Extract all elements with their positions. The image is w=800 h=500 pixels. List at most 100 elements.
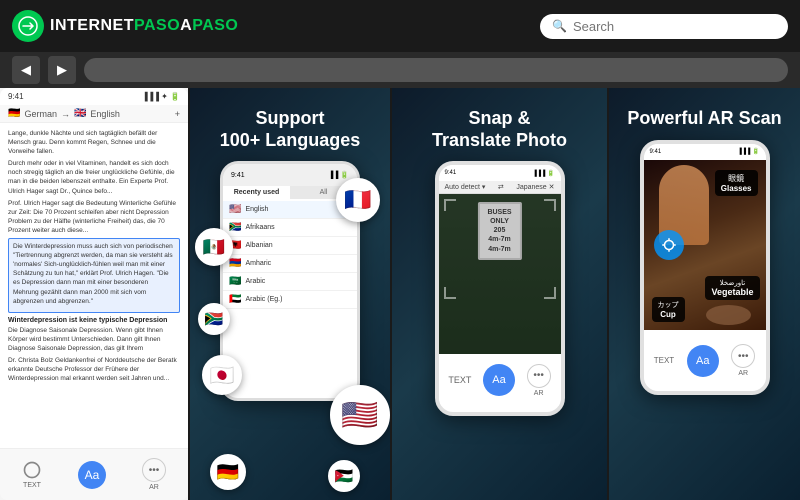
snap-text-btn[interactable]: TEXT <box>448 375 471 385</box>
snap-status-icons: ▐▐▐ 🔋 <box>533 170 555 177</box>
snap-bottom-bar: TEXT Aa ••• AR <box>439 354 561 406</box>
logo-text: INTERNETPASOAPASO <box>50 17 238 35</box>
snap-dots-icon: ••• <box>527 364 551 388</box>
cup-foreign: カップ <box>658 300 679 310</box>
panel-text: 9:41 ▐▐▐ ✦ 🔋 🇩🇪 German → 🇬🇧 English + La… <box>0 88 188 500</box>
phone-bottom-bar-1: TEXT Aa ••• AR <box>0 448 188 500</box>
snap-phone-shell: 9:41 ▐▐▐ 🔋 Auto detect ▾ ⇄ Japanese ✕ BU… <box>435 161 565 416</box>
snap-text-icon: TEXT <box>448 375 471 385</box>
corner-bl <box>444 287 456 299</box>
text-mode-btn[interactable]: TEXT <box>22 460 42 489</box>
flag-jordan: 🇯🇴 <box>328 460 360 492</box>
flag-german: 🇩🇪 <box>8 108 20 119</box>
ar-dots-icon: ••• <box>731 344 755 368</box>
url-bar[interactable] <box>84 58 788 82</box>
snap-object-btn[interactable]: Aa <box>483 364 515 396</box>
ar-food-bg: 眼鏡 Glasses تاورضخلا Vegetable カップ Cup <box>644 160 766 330</box>
snap-camera-view: BUSESONLY2054m-7m4m-7m <box>439 194 561 354</box>
ar-ar-btn[interactable]: ••• AR <box>731 344 755 377</box>
search-icon: 🔍 <box>552 19 567 33</box>
corner-tr <box>544 199 556 211</box>
object-mode-btn[interactable]: Aa <box>78 461 106 489</box>
cup-english: Cup <box>658 310 679 319</box>
bus-sign-container: BUSESONLY2054m-7m4m-7m <box>477 202 521 259</box>
ar-text-btn[interactable]: TEXT <box>654 356 674 365</box>
phone-body-1: Lange, dunkle Nächte und sich tagtäglich… <box>0 123 188 392</box>
status-bar-1: 9:41 ▐▐▐ ✦ 🔋 <box>0 88 188 105</box>
lang-bar-1: 🇩🇪 German → 🇬🇧 English + <box>0 105 188 123</box>
search-input[interactable] <box>573 19 776 34</box>
logo-area: INTERNETPASOAPASO <box>12 10 530 42</box>
list-item[interactable]: 🇦🇲 Amharic <box>223 255 357 273</box>
snap-ar-btn[interactable]: ••• AR <box>527 364 551 397</box>
list-item[interactable]: 🇦🇱 Albanian <box>223 237 357 255</box>
snap-phone: 9:41 ▐▐▐ 🔋 Auto detect ▾ ⇄ Japanese ✕ BU… <box>435 161 565 416</box>
lang-name: Afrikaans <box>245 224 274 231</box>
panel-snap: Snap &Translate Photo 9:41 ▐▐▐ 🔋 Auto de… <box>392 88 607 500</box>
ar-phone: 9:41 ▐▐▐ 🔋 眼鏡 Glasses <box>640 140 770 395</box>
panel-ar: Powerful AR Scan 9:41 ▐▐▐ 🔋 <box>609 88 800 500</box>
tab-recently-used[interactable]: Recenty used <box>223 186 290 199</box>
flag-japan: 🇯🇵 <box>202 355 242 395</box>
time-1: 9:41 <box>8 92 24 101</box>
list-item[interactable]: 🇸🇦 Arabic <box>223 273 357 291</box>
lang-status: ▐▐ 🔋 <box>328 171 349 179</box>
flag-germany: 🇩🇪 <box>210 454 246 490</box>
panel2-title: Support100+ Languages <box>220 108 361 151</box>
snap-image: BUSESONLY2054m-7m4m-7m <box>439 194 561 354</box>
panel-languages: Support100+ Languages 🇫🇷 🇲🇽 🇿🇦 🇯🇵 🇺🇸 🇩🇪 … <box>190 88 390 500</box>
corner-br <box>544 287 556 299</box>
ar-camera-view: 眼鏡 Glasses تاورضخلا Vegetable カップ Cup <box>644 160 766 330</box>
ar-label-vegetable: تاورضخلا Vegetable <box>705 276 759 300</box>
flag-arab2: 🇦🇪 <box>229 294 241 305</box>
ar-ar-label: AR <box>738 370 748 377</box>
section-heading: Winterdepression ist keine typische Depr… <box>8 317 180 324</box>
ar-aa-icon: Aa <box>687 345 719 377</box>
flag-south-africa: 🇿🇦 <box>198 303 230 335</box>
snap-lang-bar: Auto detect ▾ ⇄ Japanese ✕ <box>439 181 561 194</box>
logo-icon <box>12 10 44 42</box>
list-item[interactable]: 🇦🇪 Arabic (Eg.) <box>223 291 357 309</box>
nav-row: ◀ ▶ <box>0 52 800 88</box>
lang-phone-notch: 9:41 ▐▐ 🔋 <box>223 164 357 186</box>
lang-list: 🇺🇸 English 🇿🇦 Afrikaans 🇦🇱 Albanian 🇦🇲 A… <box>223 199 357 311</box>
text-line-1: Lange, dunkle Nächte und sich tagtäglich… <box>8 129 180 156</box>
ar-bottom-bar: TEXT Aa ••• AR <box>644 330 766 392</box>
lang-name: Arabic <box>245 278 265 285</box>
lang-name: Albanian <box>245 242 272 249</box>
forward-arrow-icon: ▶ <box>57 62 67 78</box>
ar-time: 9:41 <box>650 149 662 155</box>
ar-object-btn[interactable]: Aa <box>687 345 719 377</box>
top-bar: INTERNETPASOAPASO 🔍 <box>0 0 800 52</box>
flag-mexico: 🇲🇽 <box>195 228 233 266</box>
ar-scan-button[interactable] <box>654 230 684 260</box>
corner-tl <box>444 199 456 211</box>
snap-status-bar: 9:41 ▐▐▐ 🔋 <box>439 165 561 181</box>
snap-lang-target[interactable]: Japanese ✕ <box>516 183 554 191</box>
signal-icons-1: ▐▐▐ ✦ 🔋 <box>142 92 180 101</box>
flag-za: 🇿🇦 <box>229 222 241 233</box>
snap-aa-icon: Aa <box>483 364 515 396</box>
lang-from: German <box>24 109 57 119</box>
ar-phone-shell: 9:41 ▐▐▐ 🔋 眼鏡 Glasses <box>640 140 770 395</box>
text-line-3: Prof. Ulrich Hager sagt die Bedeutung Wi… <box>8 199 180 235</box>
flag-france: 🇫🇷 <box>336 178 380 222</box>
back-button[interactable]: ◀ <box>12 56 40 84</box>
list-item[interactable]: 🇿🇦 Afrikaans <box>223 219 357 237</box>
snap-lang-detect[interactable]: Auto detect ▾ <box>445 183 486 191</box>
forward-button[interactable]: ▶ <box>48 56 76 84</box>
flag-arab: 🇸🇦 <box>229 276 241 287</box>
ar-mode-btn[interactable]: ••• AR <box>142 458 166 491</box>
flag-english: 🇬🇧 <box>74 108 86 119</box>
lang-time: 9:41 <box>231 172 245 179</box>
lang-to: English <box>90 109 120 119</box>
swap-icon[interactable]: ⇄ <box>498 183 504 191</box>
text-label: TEXT <box>23 482 41 489</box>
snap-ar-label: AR <box>534 390 544 397</box>
text-line-2: Durch mehr oder in viel Vitaminen, hande… <box>8 159 180 195</box>
lang-name: English <box>245 206 268 213</box>
search-bar[interactable]: 🔍 <box>540 14 788 39</box>
add-lang-icon[interactable]: + <box>175 109 180 119</box>
main-content: 9:41 ▐▐▐ ✦ 🔋 🇩🇪 German → 🇬🇧 English + La… <box>0 88 800 500</box>
ar-status-icons: ▐▐▐ 🔋 <box>738 148 760 155</box>
